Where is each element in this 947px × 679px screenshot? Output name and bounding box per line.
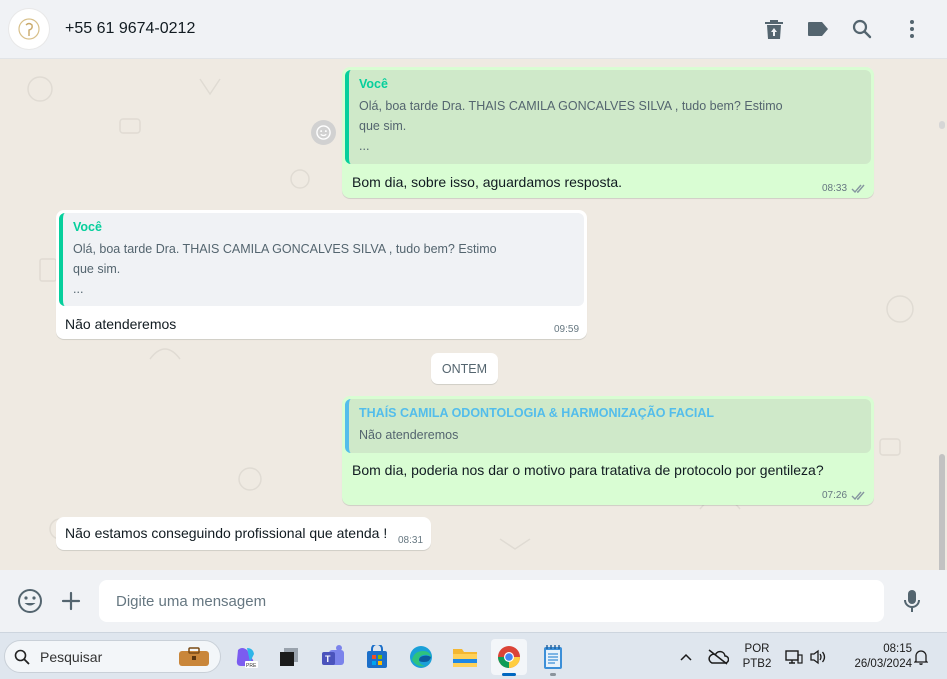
notification-bell-icon[interactable] — [910, 639, 932, 675]
file-explorer-icon[interactable] — [447, 639, 483, 675]
message-text: Não estamos conseguindo profissional que… — [65, 525, 388, 541]
message-composer — [0, 570, 947, 632]
message-bubble[interactable]: Você Olá, boa tarde Dra. THAIS CAMILA GO… — [342, 67, 874, 198]
scrollbar-thumb[interactable] — [939, 454, 945, 570]
briefcase-icon — [179, 647, 209, 666]
quote-text: Olá, boa tarde Dra. THAIS CAMILA GONCALV… — [73, 242, 497, 296]
label-icon[interactable] — [806, 17, 830, 41]
message-text: Bom dia, poderia nos dar o motivo para t… — [352, 462, 824, 478]
windows-taskbar: Pesquisar PRE T POR PTB2 08:15 26/03/202… — [0, 632, 947, 679]
chat-header: +55 61 9674-0212 — [0, 0, 947, 59]
network-icon[interactable] — [783, 639, 805, 675]
search-icon[interactable] — [850, 17, 874, 41]
reaction-emoji-icon[interactable] — [311, 120, 336, 145]
menu-icon[interactable] — [900, 17, 924, 41]
delete-icon[interactable] — [762, 17, 786, 41]
task-view-icon[interactable] — [271, 639, 307, 675]
logo-icon — [18, 18, 40, 40]
quote-text: Olá, boa tarde Dra. THAIS CAMILA GONCALV… — [359, 99, 783, 153]
quoted-message[interactable]: Você Olá, boa tarde Dra. THAIS CAMILA GO… — [345, 70, 871, 164]
system-clock[interactable]: 08:15 26/03/2024 — [836, 642, 912, 672]
chat-area[interactable]: Você Olá, boa tarde Dra. THAIS CAMILA GO… — [0, 59, 947, 570]
message-text: Não atenderemos — [65, 316, 177, 332]
svg-text:T: T — [325, 654, 331, 664]
quoted-message[interactable]: THAÍS CAMILA ODONTOLOGIA & HARMONIZAÇÃO … — [345, 399, 871, 453]
message-time: 08:33 — [822, 183, 848, 194]
taskbar-search[interactable]: Pesquisar — [4, 640, 221, 673]
chrome-icon[interactable] — [491, 639, 527, 676]
message-input[interactable] — [99, 580, 884, 622]
date-divider: ONTEM — [431, 353, 498, 384]
microphone-icon[interactable] — [899, 588, 925, 614]
attach-plus-icon[interactable] — [58, 588, 84, 614]
language-code: POR — [744, 643, 770, 655]
clock-date: 26/03/2024 — [854, 658, 912, 670]
message-bubble[interactable]: Você Olá, boa tarde Dra. THAIS CAMILA GO… — [56, 210, 587, 339]
message-time: 08:31 — [398, 535, 424, 546]
keyboard-language[interactable]: POR PTB2 — [737, 642, 777, 672]
emoji-icon[interactable] — [17, 588, 43, 614]
clock-time: 08:15 — [883, 643, 912, 655]
quoted-message[interactable]: Você Olá, boa tarde Dra. THAIS CAMILA GO… — [59, 213, 584, 306]
volume-icon[interactable] — [807, 639, 829, 675]
read-ticks-icon — [851, 491, 865, 501]
message-bubble[interactable]: Não estamos conseguindo profissional que… — [56, 517, 431, 550]
teams-icon[interactable]: T — [315, 639, 351, 675]
keyboard-layout: PTB2 — [742, 658, 772, 670]
notepad-icon[interactable] — [535, 639, 571, 676]
read-ticks-icon — [851, 184, 865, 194]
search-icon — [14, 649, 30, 665]
message-bubble[interactable]: THAÍS CAMILA ODONTOLOGIA & HARMONIZAÇÃO … — [342, 396, 874, 505]
quote-text: Não atenderemos — [359, 428, 459, 442]
quote-author: THAÍS CAMILA ODONTOLOGIA & HARMONIZAÇÃO … — [359, 406, 715, 420]
scrollbar-cap — [939, 121, 945, 129]
contact-name[interactable]: +55 61 9674-0212 — [65, 20, 195, 38]
svg-text:PRE: PRE — [246, 663, 257, 669]
message-time: 07:26 — [822, 490, 848, 501]
onedrive-offline-icon[interactable] — [704, 639, 732, 675]
quote-author: Você — [359, 77, 388, 91]
taskbar-search-label: Pesquisar — [40, 649, 103, 665]
contact-avatar[interactable] — [9, 9, 49, 49]
microsoft-store-icon[interactable] — [359, 639, 395, 675]
edge-icon[interactable] — [403, 639, 439, 675]
message-text: Bom dia, sobre isso, aguardamos resposta… — [352, 174, 623, 190]
copilot-icon[interactable]: PRE — [228, 639, 264, 675]
quote-author: Você — [73, 220, 102, 234]
chevron-up-icon[interactable] — [674, 639, 698, 675]
message-time: 09:59 — [554, 324, 580, 335]
